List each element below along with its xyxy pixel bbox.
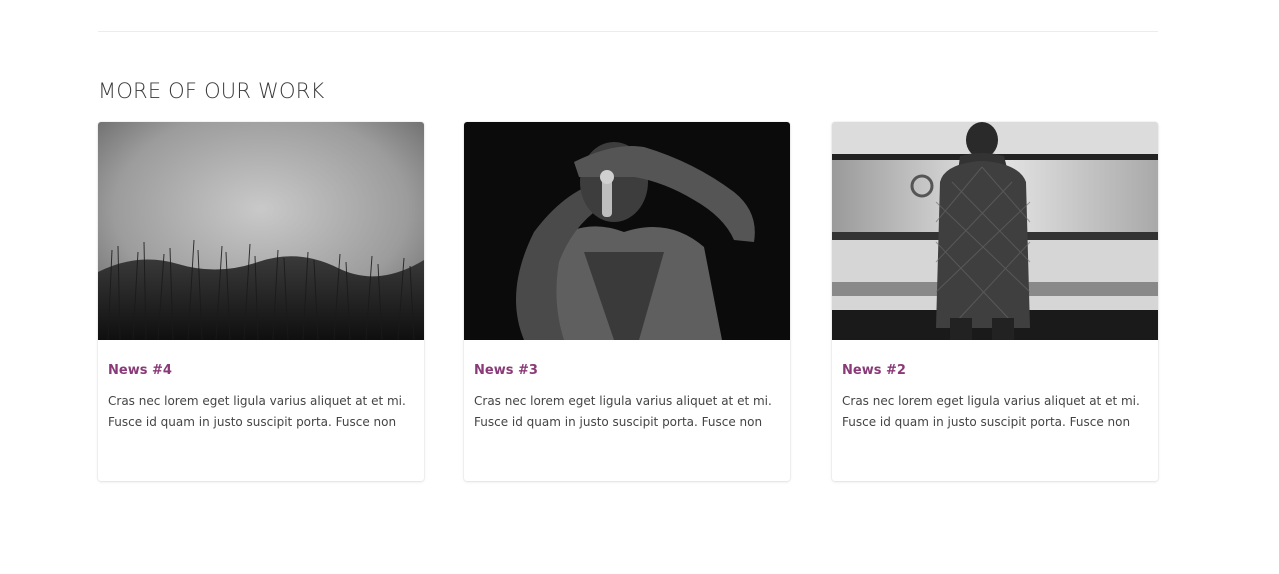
- subway-commuter-photo[interactable]: [832, 122, 1158, 340]
- news-card-3[interactable]: News #3 Cras nec lorem eget ligula variu…: [464, 122, 790, 481]
- section-title: MORE OF OUR WORK: [98, 79, 325, 103]
- news-title-link[interactable]: News #2: [842, 363, 1148, 379]
- section-divider: [98, 31, 1158, 32]
- news-excerpt: Cras nec lorem eget ligula varius alique…: [842, 394, 1140, 429]
- news-excerpt: Cras nec lorem eget ligula varius alique…: [108, 394, 406, 429]
- grass-field-photo[interactable]: [98, 122, 424, 340]
- news-title-link[interactable]: News #3: [474, 363, 780, 379]
- singer-photo[interactable]: [464, 122, 790, 340]
- news-excerpt: Cras nec lorem eget ligula varius alique…: [474, 394, 772, 429]
- news-card-2[interactable]: News #2 Cras nec lorem eget ligula variu…: [832, 122, 1158, 481]
- news-title-link[interactable]: News #4: [108, 363, 414, 379]
- news-card-4[interactable]: News #4 Cras nec lorem eget ligula variu…: [98, 122, 424, 481]
